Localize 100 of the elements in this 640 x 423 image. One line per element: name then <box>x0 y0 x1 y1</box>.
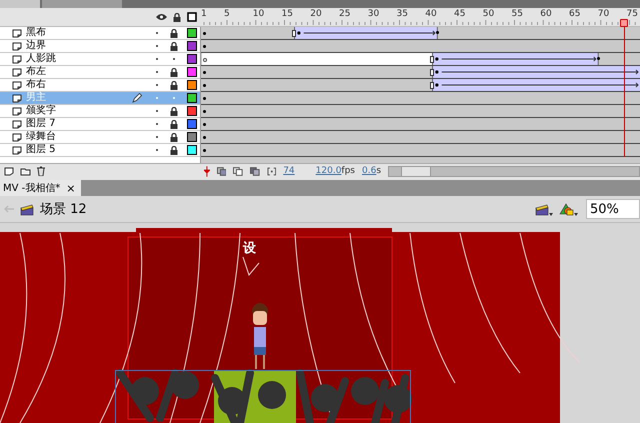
layer-row[interactable]: 边界 <box>0 40 200 53</box>
frame-number: 45 <box>454 9 466 19</box>
lock-icon[interactable] <box>170 42 178 50</box>
new-layer-icon[interactable] <box>4 166 14 176</box>
motion-tween-span[interactable] <box>432 53 600 65</box>
lock-icon[interactable] <box>170 28 178 38</box>
keyframe[interactable] <box>203 97 206 100</box>
layer-name: 绿舞台 <box>26 131 57 143</box>
outline-color-swatch[interactable] <box>187 93 197 103</box>
onion-outline-icon[interactable] <box>233 166 243 176</box>
outline-color-swatch[interactable] <box>187 132 197 142</box>
keyframe[interactable] <box>203 32 206 35</box>
center-frame-icon[interactable] <box>204 166 210 176</box>
zoom-field[interactable]: 50% <box>586 199 640 219</box>
keyframe[interactable] <box>203 149 206 152</box>
layer-name: 人影跳 <box>26 53 57 65</box>
frame-number: 1 <box>201 9 207 19</box>
tween-start-keyframe[interactable] <box>430 69 434 76</box>
frame-number: 70 <box>598 9 610 19</box>
outline-color-swatch[interactable] <box>187 28 197 38</box>
outline-color-swatch[interactable] <box>187 106 197 116</box>
outline-color-swatch[interactable] <box>187 54 197 64</box>
cartoon-character-drawing <box>252 303 268 370</box>
layer-row[interactable]: 布左 <box>0 66 200 79</box>
layer-icon <box>12 28 22 38</box>
frame-ruler[interactable]: 1 5 10 15 20 25 30 35 40 45 50 55 60 65 70 75 <box>200 8 640 27</box>
shapes-icon <box>559 202 574 216</box>
lock-icon[interactable] <box>170 146 178 154</box>
layer-row[interactable]: 人影跳 <box>0 53 200 66</box>
trash-icon[interactable] <box>37 166 45 176</box>
layer-row[interactable]: 绿舞台 <box>0 131 200 144</box>
elapsed-time[interactable]: 0.6 <box>362 166 376 176</box>
eye-icon[interactable] <box>156 13 167 21</box>
motion-tween-span[interactable] <box>432 66 640 78</box>
lock-icon[interactable] <box>170 132 178 142</box>
layer-row[interactable]: 颁奖字 <box>0 105 200 118</box>
bracket-icon[interactable] <box>266 166 276 176</box>
title-text: 设 <box>243 241 256 256</box>
caret-icon <box>574 212 578 216</box>
outline-icon[interactable] <box>187 12 197 22</box>
layer-name: 图层 5 <box>26 144 57 156</box>
lock-icon[interactable] <box>170 80 178 90</box>
caret-icon <box>549 212 553 216</box>
edit-symbols-button[interactable] <box>559 202 578 216</box>
frame-number: 60 <box>540 9 552 19</box>
lock-icon[interactable] <box>170 120 178 128</box>
keyframe[interactable] <box>203 84 206 87</box>
lock-icon[interactable] <box>170 106 178 116</box>
close-button[interactable]: × <box>66 182 76 194</box>
layer-name: 布左 <box>26 66 47 78</box>
horizontal-scrollbar[interactable] <box>388 166 640 176</box>
onion-skin-icon[interactable] <box>216 166 226 176</box>
tween-end-keyframe[interactable] <box>436 31 440 34</box>
current-frame[interactable]: 74 <box>283 166 295 176</box>
outline-color-swatch[interactable] <box>187 119 197 129</box>
edit-frames-icon[interactable] <box>250 166 260 176</box>
motion-tween-span[interactable] <box>432 79 640 91</box>
layer-name: 图层 7 <box>26 118 57 130</box>
layer-name: 布右 <box>26 79 47 91</box>
layer-icon <box>12 42 22 50</box>
lock-icon[interactable] <box>170 68 178 76</box>
playhead-handle[interactable] <box>620 19 628 27</box>
frame-number: 25 <box>339 9 350 19</box>
keyframe[interactable] <box>203 123 206 126</box>
lock-icon[interactable] <box>173 12 181 22</box>
layer-icon <box>12 106 22 116</box>
tween-start-keyframe[interactable] <box>430 82 434 89</box>
frame-number: 30 <box>368 9 380 19</box>
tween-start-keyframe[interactable] <box>292 30 296 37</box>
keyframe[interactable] <box>203 110 206 113</box>
clapperboard-icon[interactable] <box>20 202 34 216</box>
outline-color-swatch[interactable] <box>187 41 197 51</box>
folder-icon[interactable] <box>20 166 31 176</box>
keyframe[interactable] <box>203 45 206 48</box>
layer-icon <box>12 94 22 102</box>
tween-end-keyframe[interactable] <box>597 57 600 60</box>
frame-number: 15 <box>282 9 293 19</box>
frame-number: 10 <box>252 9 264 19</box>
keyframe[interactable] <box>203 136 206 139</box>
outline-color-swatch[interactable] <box>187 80 197 90</box>
tween-start-keyframe[interactable] <box>430 56 434 63</box>
layer-icon <box>12 68 22 76</box>
frame-number: 50 <box>482 9 494 19</box>
frame-number: 5 <box>224 9 230 19</box>
edit-scene-button[interactable] <box>535 202 553 216</box>
outline-color-swatch[interactable] <box>187 145 197 155</box>
layer-row[interactable]: 图层 5 <box>0 144 200 157</box>
frame-number: 20 <box>310 9 322 19</box>
frame-rate[interactable]: 120.0 <box>316 166 342 176</box>
layer-row[interactable]: 图层 7 <box>0 118 200 131</box>
empty-keyframe[interactable] <box>203 58 207 62</box>
keyframe[interactable] <box>203 71 206 74</box>
outline-color-swatch[interactable] <box>187 67 197 77</box>
frame-number: 35 <box>396 9 408 19</box>
motion-tween-span[interactable] <box>294 27 439 39</box>
document-title: MV -我相信* <box>3 182 60 195</box>
layer-icon <box>12 80 22 90</box>
layer-icon <box>12 54 22 64</box>
document-tab[interactable]: MV -我相信* × <box>0 180 82 196</box>
layer-row[interactable]: 黑布 <box>0 27 200 40</box>
